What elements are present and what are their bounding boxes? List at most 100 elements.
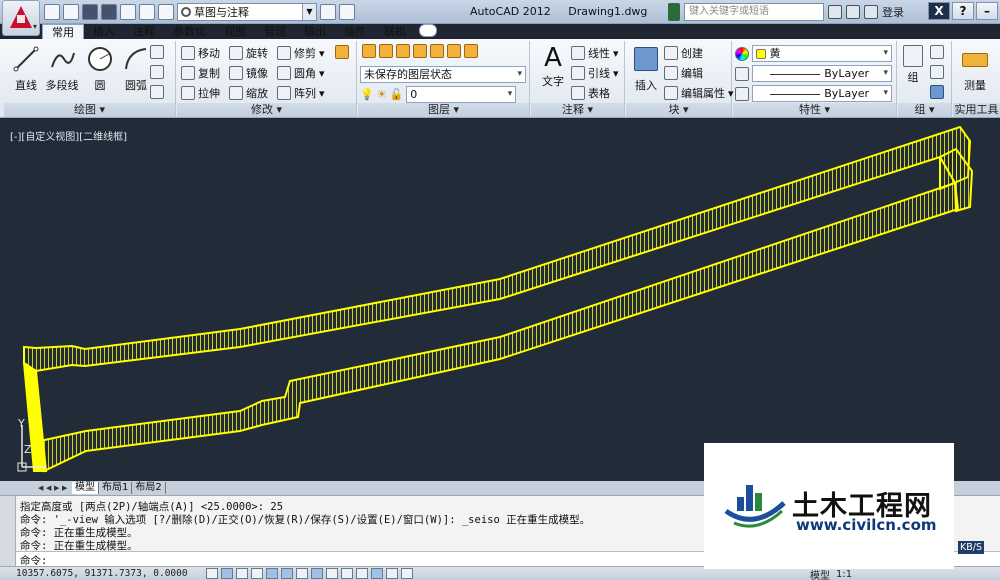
- groups-panel-title[interactable]: 组 ▾: [898, 103, 951, 117]
- annotation-panel-title[interactable]: 注释 ▾: [531, 103, 624, 117]
- match-properties-icon[interactable]: [320, 4, 336, 20]
- draw-panel-title[interactable]: 绘图 ▾: [4, 103, 175, 117]
- color-field[interactable]: 黄: [752, 45, 892, 62]
- tab-parametric[interactable]: 参数化: [164, 24, 215, 39]
- hatch-icon[interactable]: [150, 85, 164, 99]
- tab-insert[interactable]: 插入: [84, 24, 124, 39]
- rectangle-icon[interactable]: [150, 45, 164, 59]
- help-button[interactable]: ?: [952, 2, 974, 20]
- star-icon[interactable]: [846, 5, 860, 19]
- fillet-button[interactable]: 圆角 ▾: [277, 65, 325, 81]
- new-file-icon[interactable]: [44, 4, 60, 20]
- polyline-button[interactable]: 多段线: [42, 43, 82, 93]
- insert-block-button[interactable]: 插入: [626, 43, 666, 93]
- tab-layout1[interactable]: 布局1: [99, 482, 133, 494]
- redo-icon[interactable]: [158, 4, 174, 20]
- layer-lock-icon[interactable]: [430, 44, 444, 58]
- mirror-button[interactable]: 镜像: [229, 65, 268, 81]
- next-layout-icon[interactable]: ▶: [54, 483, 61, 493]
- scale-button[interactable]: 缩放: [229, 85, 268, 101]
- stretch-button[interactable]: 拉伸: [181, 85, 220, 101]
- ribbon-minimize-toggle[interactable]: [419, 24, 437, 37]
- object-snap-tracking-icon[interactable]: [311, 568, 323, 579]
- tab-view[interactable]: 视图: [215, 24, 255, 39]
- tab-annotate[interactable]: 注释: [124, 24, 164, 39]
- table-button[interactable]: 表格: [571, 85, 610, 101]
- edit-attributes-button[interactable]: 编辑属性 ▾: [664, 85, 734, 101]
- trim-button[interactable]: 修剪 ▾: [277, 45, 325, 61]
- layers-panel-title[interactable]: 图层 ▾: [358, 103, 529, 117]
- utilities-panel-title[interactable]: 实用工具: [953, 103, 1000, 117]
- create-block-button[interactable]: 创建: [664, 45, 703, 61]
- layer-properties-icon[interactable]: [362, 44, 376, 58]
- print-icon[interactable]: [120, 4, 136, 20]
- tab-home[interactable]: 常用: [42, 24, 84, 39]
- measure-button[interactable]: 测量: [955, 43, 995, 93]
- workspace-selector[interactable]: 草图与注释 ▼: [177, 3, 317, 21]
- circle-button[interactable]: 圆: [80, 43, 120, 93]
- minimize-button[interactable]: –: [976, 2, 998, 20]
- linear-dimension-button[interactable]: 线性 ▾: [571, 45, 619, 61]
- cursor-coordinates[interactable]: 10357.6075, 91371.7373, 0.0000: [16, 568, 188, 579]
- dynamic-input-icon[interactable]: [341, 568, 353, 579]
- group-select-icon[interactable]: [930, 85, 944, 99]
- first-layout-icon[interactable]: ◀: [38, 483, 45, 493]
- transparency-icon[interactable]: [371, 568, 383, 579]
- open-file-icon[interactable]: [63, 4, 79, 20]
- tab-layout2[interactable]: 布局2: [132, 482, 166, 494]
- tab-plugins[interactable]: 插件: [335, 24, 375, 39]
- text-button[interactable]: A 文字: [533, 43, 573, 89]
- rotate-button[interactable]: 旋转: [229, 45, 268, 61]
- copy-button[interactable]: 复制: [181, 65, 220, 81]
- login-link[interactable]: 登录: [882, 4, 904, 20]
- chevron-down-icon[interactable]: ▼: [302, 4, 316, 20]
- undo-icon[interactable]: [139, 4, 155, 20]
- object-snap-icon[interactable]: [281, 568, 293, 579]
- help-search-input[interactable]: 键入关键字或短语: [684, 3, 824, 21]
- plot-icon[interactable]: [339, 4, 355, 20]
- ortho-mode-icon[interactable]: [251, 568, 263, 579]
- infer-constraints-icon[interactable]: [206, 568, 218, 579]
- edit-block-button[interactable]: 编辑: [664, 65, 703, 81]
- modify-panel-title[interactable]: 修改 ▾: [177, 103, 356, 117]
- leader-button[interactable]: 引线 ▾: [571, 65, 619, 81]
- 3d-object-snap-icon[interactable]: [296, 568, 308, 579]
- binoculars-icon[interactable]: [828, 5, 842, 19]
- application-menu-button[interactable]: ▾: [2, 0, 40, 36]
- quick-properties-icon[interactable]: [386, 568, 398, 579]
- lineweight-toggle-icon[interactable]: [356, 568, 368, 579]
- viewport-controls-label[interactable]: [-][自定义视图][二维线框]: [10, 128, 127, 143]
- layer-match-icon[interactable]: [447, 44, 461, 58]
- save-icon[interactable]: [82, 4, 98, 20]
- layer-dropdown[interactable]: 💡 ☀ 🔓 0: [360, 86, 526, 103]
- annotation-scale[interactable]: 1:1: [836, 569, 852, 580]
- help-search-icon[interactable]: [668, 3, 680, 21]
- lineweight-field[interactable]: ByLayer: [752, 85, 892, 102]
- tab-output[interactable]: 输出: [295, 24, 335, 39]
- linetype-field[interactable]: ByLayer: [752, 65, 892, 82]
- erase-button[interactable]: [335, 45, 349, 59]
- snap-mode-icon[interactable]: [221, 568, 233, 579]
- last-layout-icon[interactable]: ▶: [62, 483, 69, 493]
- polar-tracking-icon[interactable]: [266, 568, 278, 579]
- tab-manage[interactable]: 管理: [255, 24, 295, 39]
- linetype-dropdown[interactable]: ByLayer: [735, 65, 895, 82]
- group-button[interactable]: 组: [900, 43, 926, 85]
- layer-isolate-icon[interactable]: [396, 44, 410, 58]
- selection-cycling-icon[interactable]: [401, 568, 413, 579]
- line-button[interactable]: 直线: [6, 43, 46, 93]
- ungroup-icon[interactable]: [930, 45, 944, 59]
- dynamic-ucs-icon[interactable]: [326, 568, 338, 579]
- tab-model[interactable]: 模型: [72, 482, 99, 494]
- ellipse-icon[interactable]: [150, 65, 164, 79]
- properties-panel-title[interactable]: 特性 ▾: [733, 103, 896, 117]
- drawing-viewport[interactable]: [-][自定义视图][二维线框] Y Z: [0, 119, 1000, 481]
- move-button[interactable]: 移动: [181, 45, 220, 61]
- user-icon[interactable]: [864, 5, 878, 19]
- array-button[interactable]: 阵列 ▾: [277, 85, 325, 101]
- group-edit-icon[interactable]: [930, 65, 944, 79]
- prev-layout-icon[interactable]: ◀: [46, 483, 53, 493]
- block-panel-title[interactable]: 块 ▾: [626, 103, 731, 117]
- command-window-grip[interactable]: [0, 496, 16, 567]
- tab-online[interactable]: 联机: [375, 24, 415, 39]
